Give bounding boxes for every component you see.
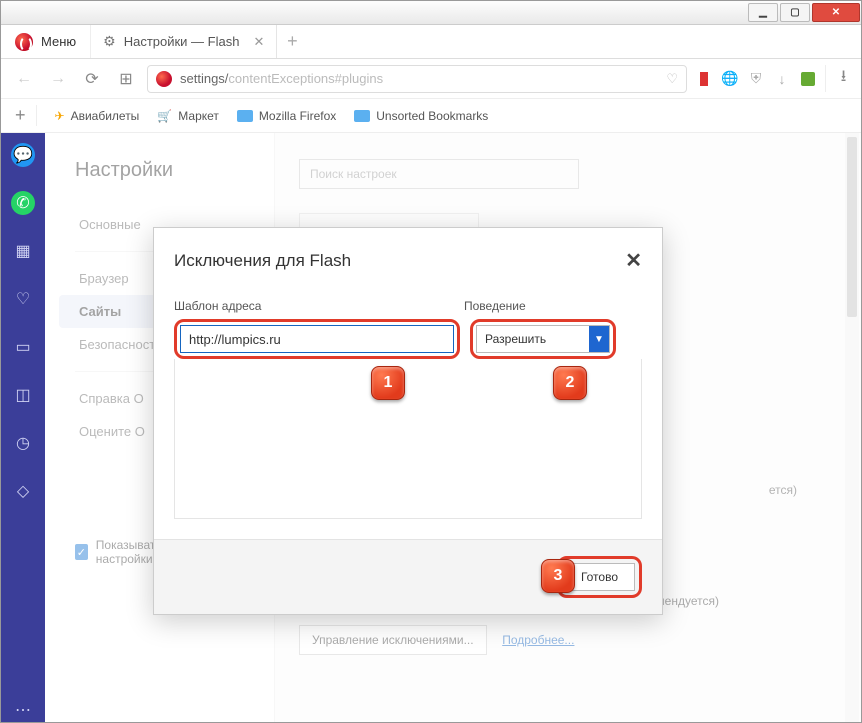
rail-heart-icon[interactable]: ♡ — [11, 287, 35, 311]
tab-settings-flash[interactable]: ⚙ Настройки — Flash ✕ — [91, 25, 277, 58]
cart-icon: 🛒 — [157, 109, 172, 123]
annotation-badge-3: 3 — [541, 559, 575, 593]
rail-snapshot-icon[interactable]: ◫ — [11, 383, 35, 407]
behavior-select[interactable]: Разрешить ▼ — [476, 325, 610, 353]
annotation-badge-1: 1 — [371, 366, 405, 400]
folder-icon — [237, 110, 253, 122]
add-bookmark-button[interactable]: + — [15, 105, 37, 126]
rail-extensions-icon[interactable]: ◇ — [11, 479, 35, 503]
tab-close-icon[interactable]: ✕ — [253, 34, 264, 50]
window-minimize-button[interactable]: ▁ — [748, 3, 778, 22]
rail-news-icon[interactable]: ▭ — [11, 335, 35, 359]
chevron-down-icon: ▼ — [589, 326, 609, 352]
window-close-button[interactable]: ✕ — [812, 3, 860, 22]
bookmark-mozilla[interactable]: Mozilla Firefox — [237, 109, 336, 123]
extension-green-icon[interactable] — [799, 70, 817, 88]
rail-grid-icon[interactable]: ▦ — [11, 239, 35, 263]
opera-menu-label: Меню — [41, 34, 76, 49]
bookmark-heart-icon[interactable]: ♡ — [666, 71, 678, 87]
bookmark-aviatickets[interactable]: ✈Авиабилеты — [55, 109, 140, 123]
extension-download-icon[interactable]: ↓ — [773, 70, 791, 88]
rail-history-icon[interactable]: ◷ — [11, 431, 35, 455]
modal-close-button[interactable]: ✕ — [625, 248, 642, 273]
opera-mini-icon — [156, 71, 172, 87]
nav-back-button[interactable]: ← — [11, 70, 37, 88]
behavior-value: Разрешить — [485, 332, 546, 346]
new-tab-button[interactable]: + — [277, 25, 307, 58]
address-bar[interactable]: settings/contentExceptions#plugins ♡ — [147, 65, 687, 93]
messenger-icon[interactable]: 💬 — [11, 143, 35, 167]
gear-icon: ⚙ — [103, 33, 116, 50]
label-pattern: Шаблон адреса — [174, 299, 464, 313]
extension-adblock-icon[interactable] — [695, 70, 713, 88]
nav-forward-button[interactable]: → — [45, 70, 71, 88]
flash-exceptions-modal: Исключения для Flash ✕ Шаблон адреса Пов… — [153, 227, 663, 615]
annotation-badge-2: 2 — [553, 366, 587, 400]
nav-reload-button[interactable]: ⟳ — [79, 69, 105, 89]
opera-logo-icon — [15, 33, 33, 51]
tab-title: Настройки — Flash — [124, 34, 240, 49]
bookmark-unsorted[interactable]: Unsorted Bookmarks — [354, 109, 488, 123]
highlight-2: Разрешить ▼ — [470, 319, 616, 359]
opera-menu-button[interactable]: Меню — [1, 25, 91, 58]
whatsapp-icon[interactable]: ✆ — [11, 191, 35, 215]
highlight-1 — [174, 319, 460, 359]
extension-shield-icon[interactable]: ⛨ — [747, 70, 765, 88]
airplane-icon: ✈ — [55, 109, 65, 123]
downloads-button[interactable]: ⭳ — [825, 65, 851, 92]
label-behavior: Поведение — [464, 299, 604, 313]
rail-settings-icon[interactable]: ⋯ — [11, 698, 35, 722]
modal-title: Исключения для Flash — [174, 251, 351, 271]
speed-dial-button[interactable]: ⊞ — [113, 69, 139, 89]
left-sidebar-rail: 💬 ✆ ▦ ♡ ▭ ◫ ◷ ◇ ⋯ — [1, 133, 45, 722]
url-text: settings/contentExceptions#plugins — [180, 71, 383, 86]
folder-icon — [354, 110, 370, 122]
extension-globe-icon[interactable]: 🌐 — [721, 70, 739, 88]
pattern-input[interactable] — [180, 325, 454, 353]
bookmark-market[interactable]: 🛒Маркет — [157, 109, 219, 123]
window-maximize-button[interactable]: ▢ — [780, 3, 810, 22]
